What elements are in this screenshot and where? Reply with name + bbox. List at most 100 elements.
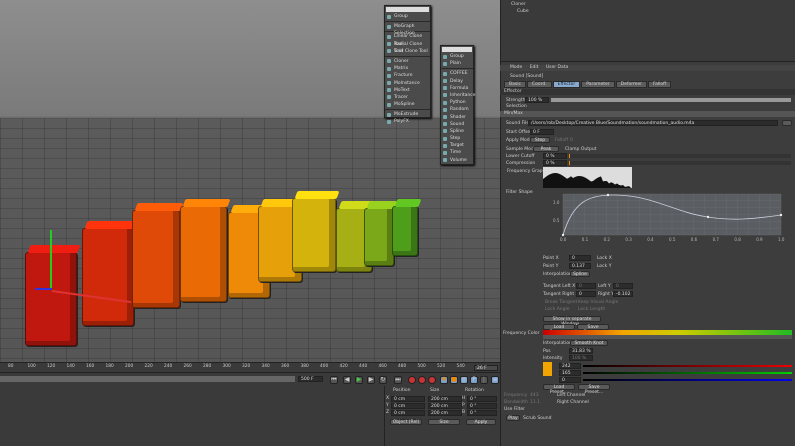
strength-field[interactable]: 100 % (525, 97, 549, 103)
size-field[interactable]: 200 cm (428, 396, 462, 402)
menu-item[interactable]: Volume (441, 157, 473, 164)
tab-deformer[interactable]: Deformer (615, 81, 647, 88)
menu-item[interactable]: Linear Clone Tool (385, 33, 430, 47)
menu-item[interactable]: Shader (441, 114, 473, 121)
menu-item[interactable]: Random (441, 106, 473, 113)
rotation-field[interactable]: 0 ° (467, 410, 497, 416)
size-mode-dropdown[interactable]: Size (428, 419, 460, 425)
menu-item[interactable]: Fracture (385, 72, 430, 79)
clone-cube[interactable] (132, 210, 180, 308)
menu-item[interactable]: Spline (441, 128, 473, 135)
object-cloner[interactable]: Cloner (511, 2, 526, 7)
clone-cube[interactable] (180, 206, 227, 302)
lock-length-checkbox[interactable]: Lock Length (578, 307, 605, 312)
right-y-field[interactable]: -0.102 (613, 291, 633, 297)
size-field[interactable]: 200 cm (428, 410, 462, 416)
clone-cube[interactable] (82, 228, 134, 326)
tab-falloff[interactable]: Falloff (647, 81, 672, 88)
menu-edit[interactable]: Edit (530, 65, 539, 70)
save-preset-button-2[interactable]: Save Preset... (578, 384, 610, 395)
timeline-menu-icon[interactable]: ≡ (491, 376, 499, 384)
pla-key-icon[interactable]: ⋮ (480, 376, 488, 384)
bandwidth-value[interactable]: 11.1 (530, 400, 540, 405)
curve-point[interactable] (561, 233, 565, 237)
object-cube[interactable]: Cube (517, 9, 529, 14)
next-key-button[interactable]: ▶ (367, 376, 375, 384)
green-slider[interactable] (583, 372, 792, 374)
blue-field[interactable]: 0 (559, 377, 581, 383)
keyframe-button[interactable] (428, 376, 436, 384)
point-y-field[interactable]: 0.137 (569, 263, 591, 269)
curve-point[interactable] (779, 213, 783, 217)
menu-item[interactable]: Radial Clone Tool (385, 41, 430, 54)
sample-mode-dropdown[interactable]: Peak (533, 146, 559, 152)
menu-item[interactable]: Python (441, 99, 473, 106)
sound-file-field[interactable]: /Users/rob/Desktop/Creative Blue/Soundma… (528, 120, 778, 126)
tab-coord[interactable]: Coord. (526, 81, 552, 88)
menu-item[interactable]: MoGraph Selection (385, 23, 430, 36)
rotate-key-icon[interactable]: ◎ (460, 376, 468, 384)
pos-field[interactable]: 31.83 % (569, 348, 593, 354)
current-frame-field[interactable]: 26 F (474, 365, 498, 371)
interpolation-dropdown[interactable]: Spline (570, 271, 590, 277)
strength-slider[interactable] (551, 98, 791, 102)
menu-item[interactable]: MoSpline (385, 101, 430, 108)
point-x-field[interactable]: 0 (569, 255, 591, 261)
menu-item[interactable]: Formula (441, 85, 473, 92)
size-field[interactable]: 200 cm (428, 403, 462, 409)
timeline-ruler[interactable]: 80 100 120 140 160 180 200 220 240 260 280 300 320 34… (0, 363, 500, 373)
section-minmax[interactable]: Min/Max (500, 111, 795, 117)
menu-item[interactable]: Group (441, 53, 473, 60)
coord-mode-dropdown[interactable]: Object (Rel) (390, 419, 422, 425)
tab-basic[interactable]: Basic (504, 81, 526, 88)
gradient-knot-bar[interactable] (543, 335, 792, 339)
use-filter-checkbox[interactable]: Use Filter (504, 407, 525, 412)
end-frame-field[interactable]: 500 F (298, 376, 323, 382)
blue-slider[interactable] (583, 379, 792, 381)
play-button[interactable]: ▶ (355, 376, 363, 384)
menu-item[interactable]: Group (385, 13, 430, 20)
red-slider[interactable] (583, 365, 792, 367)
red-field[interactable]: 242 (559, 363, 581, 369)
goto-end-button[interactable]: ⏭ (394, 376, 402, 384)
menu-item[interactable]: Time (441, 149, 473, 156)
tangent-left-x-field[interactable]: 0 (576, 283, 596, 289)
menu-mode[interactable]: Mode (510, 65, 522, 70)
apply-mode-dropdown[interactable]: Step (530, 137, 550, 143)
tab-effector[interactable]: Effector (552, 81, 581, 88)
clone-cube[interactable] (392, 206, 418, 256)
lower-cutoff-slider[interactable] (569, 154, 791, 158)
frequency-value[interactable]: 443 (530, 393, 539, 398)
scrub-sound-checkbox[interactable]: Scrub Sound (523, 416, 552, 421)
menu-item[interactable]: Cloner (385, 58, 430, 65)
intensity-field[interactable]: 100 % (569, 355, 593, 361)
menu-item[interactable]: Tracer (385, 94, 430, 101)
start-offset-field[interactable]: 0 F (530, 129, 554, 135)
menu-item[interactable]: Step (441, 135, 473, 142)
menu-item[interactable]: Delay (441, 78, 473, 85)
lower-cutoff-field[interactable]: 0 % (543, 153, 567, 159)
position-field[interactable]: 0 cm (391, 410, 425, 416)
menu-item[interactable]: Inheritance (441, 92, 476, 99)
break-tangent-checkbox[interactable]: Break Tangent (545, 300, 577, 305)
scale-key-icon[interactable]: ■ (450, 376, 458, 384)
lock-angle-checkbox[interactable]: Lock Angle (545, 307, 570, 312)
left-y-field[interactable]: 0 (613, 283, 633, 289)
play-sound-button[interactable]: Play (506, 415, 520, 421)
move-key-icon[interactable]: ✥ (440, 376, 448, 384)
rotation-field[interactable]: 0 ° (467, 396, 497, 402)
show-separate-window-button[interactable]: Show in separate Window... (543, 316, 601, 327)
time-slider[interactable] (0, 376, 295, 382)
lock-x-checkbox[interactable]: Lock X (597, 256, 612, 261)
menu-item[interactable]: Target (441, 142, 473, 149)
autokey-button[interactable] (418, 376, 426, 384)
menu-item[interactable]: MoText (385, 87, 430, 94)
menu-item[interactable]: PolyFX (385, 118, 430, 125)
viewport-3d[interactable]: Group MoGraph Selection Linear Clone Tool R… (0, 0, 500, 362)
menu-item[interactable]: Grid Clone Tool (385, 48, 430, 55)
tab-parameter[interactable]: Parameter (581, 81, 615, 88)
rotation-field[interactable]: 0 ° (467, 403, 497, 409)
menu-item[interactable]: MoInstance (385, 80, 430, 87)
color-swatch[interactable] (543, 362, 552, 376)
loop-button[interactable]: ↻ (379, 376, 387, 384)
